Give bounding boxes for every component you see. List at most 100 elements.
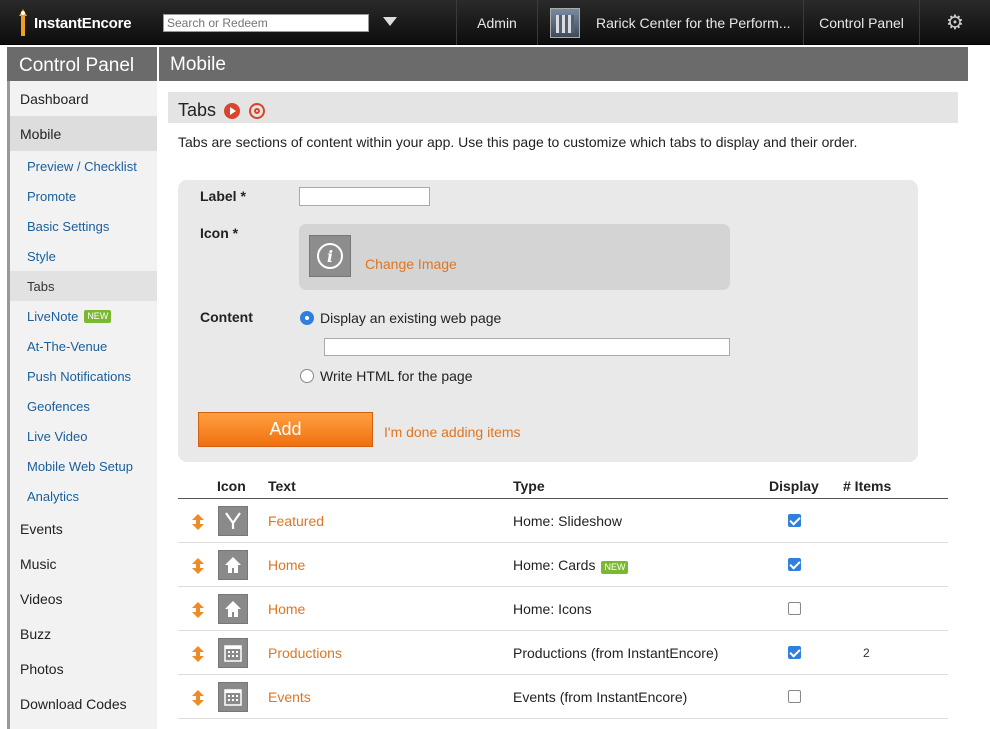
done-adding-link[interactable]: I'm done adding items	[384, 424, 521, 440]
url-input[interactable]	[324, 338, 730, 356]
page-title: Mobile	[159, 47, 968, 81]
sidebar-sub-tabs[interactable]: Tabs	[10, 271, 157, 301]
table-row: Home Home: Icons	[178, 587, 948, 631]
row-type: Events (from InstantEncore)	[513, 689, 687, 705]
row-text-link[interactable]: Productions	[268, 645, 342, 661]
table-header: Icon Text Type Display # Items	[178, 474, 948, 499]
sidebar-sub-livenote[interactable]: LiveNote NEW	[10, 301, 157, 331]
row-text-link[interactable]: Events	[268, 689, 311, 705]
section-title: Tabs	[178, 100, 217, 120]
venue-menu[interactable]: Rarick Center for the Perform...	[537, 0, 803, 45]
row-text-link[interactable]: Home	[268, 601, 305, 617]
sidebar-item-photos[interactable]: Photos	[10, 651, 157, 686]
header-text: Text	[268, 478, 296, 494]
row-text-link[interactable]: Home	[268, 557, 305, 573]
icon-field-label: Icon *	[200, 225, 239, 241]
sidebar-sub-at-the-venue[interactable]: At-The-Venue	[10, 331, 157, 361]
row-type: Home: Icons	[513, 601, 592, 617]
sidebar-sub-basic-settings[interactable]: Basic Settings	[10, 211, 157, 241]
table-row: Featured Home: Slideshow	[178, 499, 948, 543]
add-button[interactable]: Add	[198, 412, 373, 447]
sidebar-sub-promote[interactable]: Promote	[10, 181, 157, 211]
sidebar-sub-geofences[interactable]: Geofences	[10, 391, 157, 421]
new-badge: NEW	[84, 309, 112, 323]
row-type-label: Events (from InstantEncore)	[513, 689, 688, 705]
row-type-label: Home: Cards	[513, 557, 596, 573]
change-image-link[interactable]: Change Image	[365, 256, 457, 272]
row-text-link[interactable]: Featured	[268, 513, 324, 529]
admin-menu[interactable]: Admin	[456, 0, 537, 45]
sidebar-sub-livenote-label: LiveNote	[27, 308, 79, 324]
sidebar-sub-preview[interactable]: Preview / Checklist	[10, 151, 157, 181]
content-field-label: Content	[200, 309, 253, 325]
reorder-handle-icon[interactable]	[192, 690, 204, 706]
sidebar-item-mobile[interactable]: Mobile	[10, 116, 157, 151]
label-input[interactable]	[299, 187, 430, 206]
tabs-table: Icon Text Type Display # Items Featured H…	[178, 474, 948, 719]
row-type-label: Home: Icons	[513, 601, 592, 617]
radio-write-html-label[interactable]: Write HTML for the page	[320, 368, 473, 384]
reorder-handle-icon[interactable]	[192, 602, 204, 618]
search-input[interactable]	[163, 14, 369, 32]
sidebar-sub-style[interactable]: Style	[10, 241, 157, 271]
sidebar-item-videos[interactable]: Videos	[10, 581, 157, 616]
header-items: # Items	[843, 478, 892, 494]
sidebar-item-buzz[interactable]: Buzz	[10, 616, 157, 651]
sidebar-item-music[interactable]: Music	[10, 546, 157, 581]
logo[interactable]: InstantEncore	[16, 6, 132, 40]
venue-avatar	[550, 7, 580, 38]
display-checkbox[interactable]	[788, 514, 801, 527]
calendar-icon	[218, 638, 248, 668]
icon-picker: i Change Image	[299, 224, 730, 290]
header-display: Display	[769, 478, 819, 494]
radio-web-page-label[interactable]: Display an existing web page	[320, 310, 501, 326]
sidebar-sub-mobile-web-setup[interactable]: Mobile Web Setup	[10, 451, 157, 481]
page-description: Tabs are sections of content within your…	[178, 134, 858, 150]
sidebar-item-events[interactable]: Events	[10, 511, 157, 546]
slideshow-icon	[218, 506, 248, 536]
reorder-handle-icon[interactable]	[192, 558, 204, 574]
row-type: Productions (from InstantEncore)	[513, 645, 718, 661]
play-video-icon[interactable]	[224, 102, 241, 119]
table-row: Productions Productions (from InstantEnco…	[178, 631, 948, 675]
display-checkbox[interactable]	[788, 646, 801, 659]
sidebar-sub-push-notifications[interactable]: Push Notifications	[10, 361, 157, 391]
section-header: Tabs	[168, 92, 958, 123]
row-type: Home: Cards NEW	[513, 557, 629, 574]
control-panel-link[interactable]: Control Panel	[803, 0, 919, 45]
sidebar-sub-analytics[interactable]: Analytics	[10, 481, 157, 511]
gear-icon[interactable]: ⚙	[919, 0, 990, 45]
table-row: Home Home: Cards NEW	[178, 543, 948, 587]
new-badge: NEW	[601, 561, 629, 574]
radio-write-html[interactable]	[300, 369, 314, 383]
add-tab-form: Label * Icon * i Change Image Content Di…	[178, 180, 918, 462]
top-bar: InstantEncore Admin Rarick Center for th…	[0, 0, 990, 45]
header-icon: Icon	[217, 478, 246, 494]
radio-web-page[interactable]	[300, 311, 314, 325]
display-checkbox[interactable]	[788, 690, 801, 703]
row-type-label: Productions (from InstantEncore)	[513, 645, 719, 661]
display-checkbox[interactable]	[788, 558, 801, 571]
sidebar: Control Panel Dashboard Mobile Preview /…	[7, 47, 157, 729]
search-dropdown-icon[interactable]	[383, 17, 397, 26]
row-item-count: 2	[863, 646, 870, 660]
home-icon	[218, 550, 248, 580]
table-row: Events Events (from InstantEncore)	[178, 675, 948, 719]
home-icon	[218, 594, 248, 624]
sidebar-item-download-codes[interactable]: Download Codes	[10, 686, 157, 721]
sidebar-item-dashboard[interactable]: Dashboard	[10, 81, 157, 116]
logo-text: InstantEncore	[34, 14, 132, 32]
row-type-label: Home: Slideshow	[513, 513, 622, 529]
row-type: Home: Slideshow	[513, 513, 622, 529]
sidebar-title: Control Panel	[7, 47, 157, 81]
sidebar-sub-live-video[interactable]: Live Video	[10, 421, 157, 451]
logo-mark-icon	[16, 8, 30, 38]
label-field-label: Label *	[200, 188, 246, 204]
venue-name: Rarick Center for the Perform...	[596, 14, 791, 31]
display-checkbox[interactable]	[788, 602, 801, 615]
reorder-handle-icon[interactable]	[192, 646, 204, 662]
target-icon[interactable]	[249, 102, 266, 119]
calendar-icon	[218, 682, 248, 712]
header-type: Type	[513, 478, 545, 494]
reorder-handle-icon[interactable]	[192, 514, 204, 530]
